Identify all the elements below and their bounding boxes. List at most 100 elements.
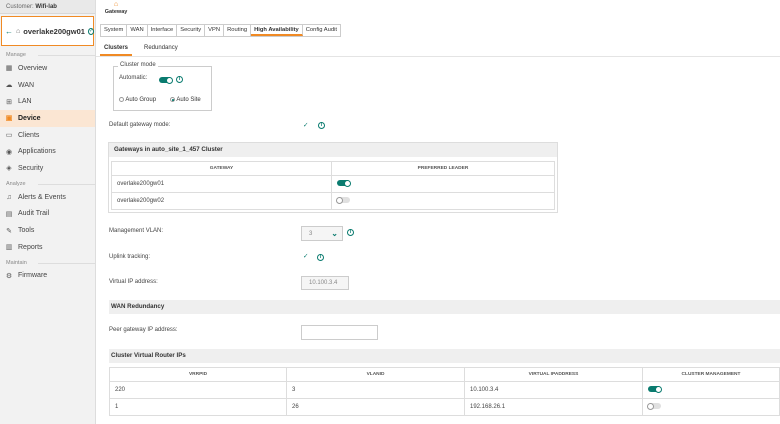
- section-analyze: Analyze: [0, 177, 95, 189]
- customer-bar[interactable]: Customer: Wifi-lab: [0, 0, 95, 14]
- tab-security[interactable]: Security: [177, 25, 206, 36]
- device-name: overlake200gw01: [23, 26, 85, 36]
- sidebar-item-label: Audit Trail: [18, 210, 50, 218]
- tab-routing[interactable]: Routing: [224, 25, 252, 36]
- uplink-tracking-label: Uplink tracking:: [109, 254, 151, 260]
- sidebar-item-device[interactable]: ▣ Device: [0, 110, 95, 127]
- sidebar-item-label: Security: [18, 164, 44, 172]
- table-row: overlake200gw02: [111, 192, 555, 210]
- wan-redundancy-header: WAN Redundancy: [109, 300, 780, 314]
- top-bar: ⌂ Gateway: [96, 0, 780, 22]
- management-vlan-select[interactable]: 3 ⌄: [301, 226, 343, 241]
- tab-wan[interactable]: WAN: [127, 25, 148, 36]
- tab-config-audit[interactable]: Config Audit: [303, 25, 340, 36]
- device-icon: ▣: [5, 115, 13, 123]
- table-row: overlake200gw01: [111, 175, 555, 193]
- network-icon: ⊞: [6, 98, 12, 106]
- radio-label: Auto Group: [125, 97, 157, 104]
- toggle-knob: [647, 402, 654, 410]
- device-selector[interactable]: ← ⌂ overlake200gw01 ✓: [1, 16, 95, 46]
- cvr-table-wrap: VRRPID VLANID VIRTUAL IPADDRESS CLUSTER …: [109, 367, 780, 416]
- radio-circle: [119, 97, 124, 102]
- sidebar-item-label: Alerts & Events: [18, 193, 66, 201]
- gateway-cell: overlake200gw02: [111, 192, 332, 210]
- leader-toggle[interactable]: [336, 196, 350, 204]
- peer-gateway-input[interactable]: [301, 325, 378, 340]
- gateway-icon: ⌂: [113, 1, 119, 8]
- uplink-tracking-check-icon[interactable]: ✓: [303, 252, 308, 260]
- cluster-mgmt-toggle[interactable]: [647, 402, 661, 410]
- sidebar-item-overview[interactable]: ▦ Overview: [0, 60, 95, 77]
- cvr-table: VRRPID VLANID VIRTUAL IPADDRESS CLUSTER …: [109, 367, 780, 416]
- applications-icon: ◉: [5, 148, 13, 156]
- sidebar: Customer: Wifi-lab ← ⌂ overlake200gw01 ✓…: [0, 0, 96, 424]
- subtab-redundancy[interactable]: Redundancy: [140, 42, 182, 56]
- management-vlan-value: 3: [309, 230, 313, 237]
- sidebar-item-reports[interactable]: ▥ Reports: [0, 239, 95, 256]
- radio-auto-group[interactable]: Auto Group: [119, 97, 156, 103]
- config-tabs: System WAN Interface Security VPN Routin…: [100, 24, 341, 37]
- chart-icon: ▥: [5, 244, 13, 252]
- gateways-panel: Gateways in auto_site_1_457 Cluster GATE…: [108, 142, 558, 213]
- shield-icon: ◈: [6, 165, 12, 173]
- monitor-icon: ▭: [5, 132, 13, 140]
- status-ok-icon: ✓: [87, 27, 95, 35]
- gateway-tab[interactable]: ⌂ Gateway: [102, 0, 130, 22]
- radio-label: Auto Site: [176, 97, 201, 104]
- back-arrow-icon[interactable]: ←: [5, 27, 13, 36]
- default-gateway-check-icon[interactable]: ✓: [303, 121, 308, 129]
- sidebar-item-label: Device: [18, 114, 41, 122]
- automatic-toggle[interactable]: [159, 76, 173, 85]
- default-gateway-info-icon[interactable]: i: [318, 121, 325, 129]
- sidebar-item-label: Firmware: [18, 272, 48, 280]
- grid-icon: ▦: [5, 65, 13, 73]
- leader-toggle[interactable]: [337, 179, 351, 187]
- sidebar-item-wan[interactable]: ☁ WAN: [0, 77, 95, 94]
- sidebar-item-label: Tools: [18, 227, 35, 235]
- virtual-ip-input[interactable]: 10.100.3.4: [301, 276, 349, 290]
- leader-cell: [331, 192, 555, 210]
- col-vrrpid: VRRPID: [109, 367, 287, 382]
- automatic-label: Automatic:: [119, 75, 148, 81]
- mgmt-cell: [642, 381, 780, 399]
- sidebar-item-firmware[interactable]: ⚙ Firmware: [0, 268, 95, 285]
- mgmt-cell: [642, 398, 780, 416]
- toggle-switch[interactable]: [159, 76, 173, 84]
- tab-interface[interactable]: Interface: [148, 25, 178, 36]
- sidebar-item-security[interactable]: ◈ Security: [0, 160, 95, 177]
- info-icon: i: [347, 229, 354, 236]
- sidebar-item-lan[interactable]: ⊞ LAN: [0, 93, 95, 110]
- management-vlan-info-icon[interactable]: i: [347, 228, 354, 236]
- sidebar-item-clients[interactable]: ▭ Clients: [0, 127, 95, 144]
- management-vlan-label: Management VLAN:: [109, 228, 164, 234]
- chevron-down-icon: ⌄: [331, 229, 338, 238]
- cluster-mgmt-toggle[interactable]: [648, 385, 662, 393]
- sidebar-item-label: Applications: [18, 148, 56, 156]
- leader-cell: [331, 175, 555, 193]
- col-vlanid: VLANID: [286, 367, 465, 382]
- info-icon: i: [317, 254, 324, 261]
- vip-cell: 10.100.3.4: [464, 381, 643, 399]
- toggle-knob: [166, 76, 173, 84]
- tab-high-availability[interactable]: High Availability: [251, 25, 303, 36]
- tab-vpn[interactable]: VPN: [205, 25, 225, 36]
- sidebar-item-alerts[interactable]: ♫ Alerts & Events: [0, 189, 95, 206]
- tab-system[interactable]: System: [101, 25, 128, 36]
- radio-auto-site[interactable]: Auto Site: [170, 97, 201, 103]
- toggle-knob: [336, 196, 343, 204]
- table-row: 1 26 192.168.26.1: [109, 398, 780, 416]
- sidebar-item-audit[interactable]: ▤ Audit Trail: [0, 206, 95, 223]
- subtab-clusters[interactable]: Clusters: [100, 42, 133, 56]
- sidebar-item-label: Clients: [18, 131, 40, 139]
- gateway-cell: overlake200gw01: [111, 175, 332, 193]
- gateway-device-icon: ⌂: [16, 27, 21, 35]
- col-preferred-leader: PREFERRED LEADER: [331, 161, 555, 176]
- uplink-tracking-info-icon[interactable]: i: [317, 253, 324, 261]
- check-icon: ✓: [303, 253, 309, 260]
- sidebar-item-applications[interactable]: ◉ Applications: [0, 143, 95, 160]
- vlanid-cell: 26: [286, 398, 465, 416]
- table-header-row: GATEWAY PREFERRED LEADER: [111, 161, 555, 176]
- sidebar-item-tools[interactable]: ✎ Tools: [0, 222, 95, 239]
- bell-icon: ♫: [6, 193, 12, 201]
- automatic-info-icon[interactable]: i: [176, 75, 183, 83]
